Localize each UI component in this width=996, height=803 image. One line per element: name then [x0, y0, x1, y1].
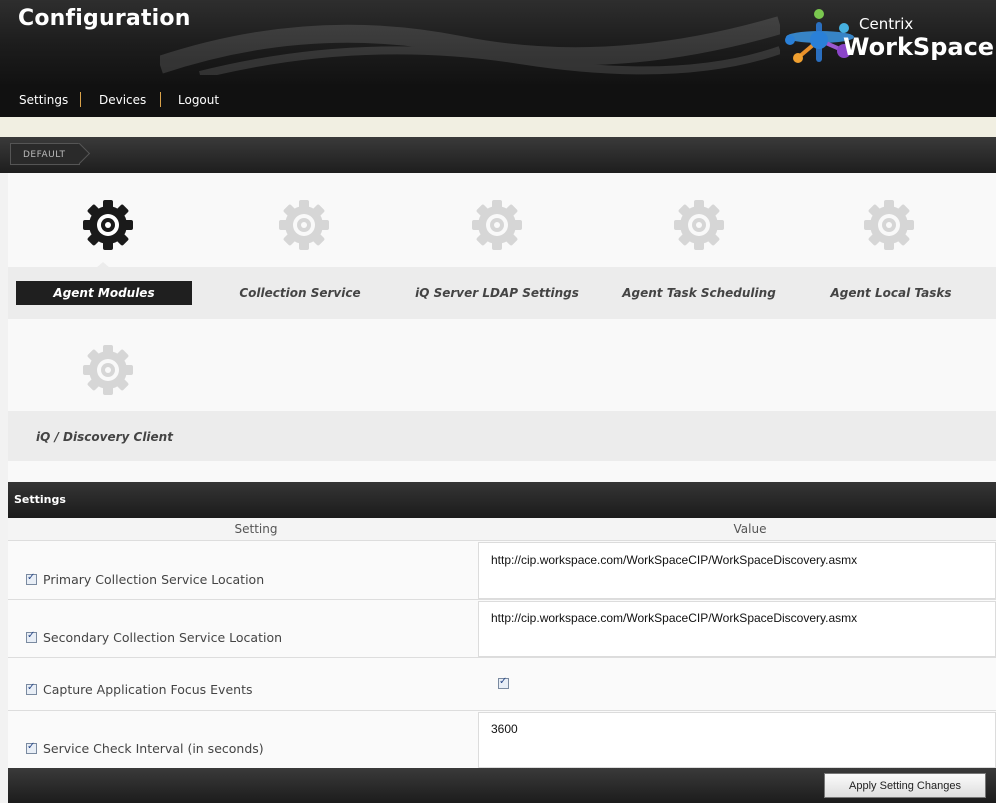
- breadcrumb-default[interactable]: DEFAULT: [10, 143, 81, 165]
- setting-label: Secondary Collection Service Location: [26, 630, 282, 645]
- setting-enable-checkbox[interactable]: [26, 682, 37, 695]
- tile-iq-discovery-client[interactable]: iQ / Discovery Client: [24, 425, 194, 449]
- setting-label: Capture Application Focus Events: [26, 682, 253, 697]
- setting-label: Service Check Interval (in seconds): [26, 741, 264, 756]
- tile-agent-local-tasks[interactable]: Agent Local Tasks: [798, 281, 984, 305]
- gear-icon[interactable]: [80, 342, 136, 398]
- logo-brand-small: Centrix: [859, 15, 914, 33]
- breadcrumb-bar: DEFAULT: [0, 137, 996, 173]
- tile-iq-server-ldap-settings[interactable]: iQ Server LDAP Settings: [404, 281, 590, 305]
- nav-separator: [80, 92, 81, 107]
- setting-enable-checkbox[interactable]: [26, 630, 37, 643]
- setting-name: Primary Collection Service Location: [43, 572, 265, 587]
- setting-row: Capture Application Focus Events: [8, 657, 996, 710]
- header-decoration: [160, 16, 780, 75]
- tiles-row-2: [8, 319, 996, 411]
- app-header: Configuration Centrix WorkSpace: [0, 0, 996, 84]
- setting-label: Primary Collection Service Location: [26, 572, 264, 587]
- gear-icon[interactable]: [671, 197, 727, 253]
- gear-icon[interactable]: [861, 197, 917, 253]
- setting-name: Service Check Interval (in seconds): [43, 741, 264, 756]
- top-nav: Settings Devices Logout: [0, 84, 996, 117]
- tile-agent-modules[interactable]: Agent Modules: [16, 281, 192, 305]
- setting-name: Capture Application Focus Events: [43, 682, 253, 697]
- nav-devices[interactable]: Devices: [99, 93, 146, 107]
- tile-collection-service[interactable]: Collection Service: [212, 281, 388, 305]
- tiles-left-edge: [0, 173, 8, 482]
- settings-header: Settings: [8, 482, 996, 518]
- nav-logout[interactable]: Logout: [178, 93, 219, 107]
- gear-icon[interactable]: [276, 197, 332, 253]
- setting-value-input[interactable]: [478, 542, 996, 599]
- setting-name: Secondary Collection Service Location: [43, 630, 283, 645]
- header-spacer: [0, 117, 996, 137]
- setting-value-input[interactable]: [478, 712, 996, 768]
- settings-footer: Apply Setting Changes: [8, 768, 996, 803]
- setting-value-checkbox[interactable]: [498, 676, 509, 689]
- setting-value-input[interactable]: [478, 601, 996, 657]
- tile-agent-task-scheduling[interactable]: Agent Task Scheduling: [606, 281, 792, 305]
- setting-row: Secondary Collection Service Location: [8, 599, 996, 657]
- tiles-bottom-gap: [8, 461, 996, 482]
- gear-icon[interactable]: [80, 197, 136, 253]
- page-title: Configuration: [18, 6, 191, 31]
- setting-row: Service Check Interval (in seconds): [8, 710, 996, 768]
- nav-separator: [160, 92, 161, 107]
- column-header-setting: Setting: [8, 518, 504, 540]
- apply-setting-changes-button[interactable]: Apply Setting Changes: [824, 773, 986, 798]
- nav-settings[interactable]: Settings: [19, 93, 68, 107]
- logo-brand-big: WorkSpace: [843, 33, 995, 61]
- gear-icon[interactable]: [469, 197, 525, 253]
- setting-enable-checkbox[interactable]: [26, 572, 37, 585]
- column-header-value: Value: [504, 518, 996, 540]
- setting-row: Primary Collection Service Location: [8, 540, 996, 599]
- setting-enable-checkbox[interactable]: [26, 741, 37, 754]
